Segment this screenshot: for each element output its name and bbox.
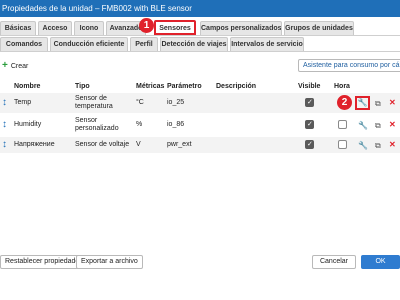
sensor-metric: % xyxy=(136,121,143,128)
table-row[interactable]: ↕ Temp Sensor de temperatura °C io_25 2 … xyxy=(0,93,400,113)
sensor-name: Temp xyxy=(14,99,32,106)
close-icon[interactable]: ✕ xyxy=(389,120,396,129)
export-to-file-button[interactable]: Exportar a archivo xyxy=(76,255,143,269)
tab-divider xyxy=(0,35,400,36)
header-visible: Visible xyxy=(298,83,321,90)
sensor-type: Sensor de temperatura xyxy=(75,95,113,110)
visible-checkbox[interactable] xyxy=(305,98,314,107)
tab-divider-2 xyxy=(0,51,400,52)
sensor-metric: V xyxy=(136,141,141,148)
sensor-type: Sensor de voltaje xyxy=(75,141,130,148)
callout-badge-1: 1 xyxy=(139,18,154,33)
hour-checkbox[interactable] xyxy=(338,140,347,149)
copy-icon[interactable]: ⧉ xyxy=(375,121,381,131)
wrench-icon[interactable]: 🔧 xyxy=(355,96,370,110)
tab-conduccion-eficiente[interactable]: Conducción eficiente xyxy=(50,37,128,51)
copy-icon[interactable]: ⧉ xyxy=(375,99,381,109)
callout-badge-2: 2 xyxy=(337,95,352,110)
plus-icon: + xyxy=(2,60,8,71)
hour-checkbox[interactable] xyxy=(338,120,347,129)
sensor-parameter: pwr_ext xyxy=(167,141,192,148)
sensor-name: Напряжение xyxy=(14,141,55,148)
tab-perfil[interactable]: Perfil xyxy=(130,37,158,51)
header-type: Tipo xyxy=(75,83,90,90)
sensor-name: Humidity xyxy=(14,121,42,128)
tab-campos-personalizados[interactable]: Campos personalizados xyxy=(200,21,282,35)
sort-arrows-icon[interactable]: ↕ xyxy=(2,119,7,130)
visible-checkbox[interactable] xyxy=(305,120,314,129)
sensor-type: Sensor personalizado xyxy=(75,117,119,132)
ok-button[interactable]: OK xyxy=(361,255,400,269)
tab-comandos[interactable]: Comandos xyxy=(0,37,48,51)
wrench-icon[interactable]: 🔧 xyxy=(358,121,368,130)
tab-icono[interactable]: Icono xyxy=(74,21,104,35)
tab-intervalos-de-servicio[interactable]: Intervalos de servicio xyxy=(230,37,304,51)
close-icon[interactable]: ✕ xyxy=(389,140,396,149)
tab-sensores[interactable]: Sensores xyxy=(154,20,196,35)
sensor-metric: °C xyxy=(136,99,144,106)
consumption-wizard-button[interactable]: Asistente para consumo por cálculo xyxy=(298,59,400,72)
tab-deteccion-de-viajes[interactable]: Detección de viajes xyxy=(160,37,228,51)
create-label: Crear xyxy=(10,63,29,70)
table-row[interactable]: ↕ Humidity Sensor personalizado % io_86 … xyxy=(0,115,400,135)
header-name: Nombre xyxy=(14,83,41,90)
header-metrics: Métricas xyxy=(136,83,165,90)
window-title: Propiedades de la unidad – FMB002 with B… xyxy=(0,0,400,17)
header-description: Descripción xyxy=(216,83,257,90)
header-parameter: Parámetro xyxy=(167,83,202,90)
sort-arrows-icon[interactable]: ↕ xyxy=(2,97,7,108)
sort-arrows-icon[interactable]: ↕ xyxy=(2,139,7,150)
tab-grupos-de-unidades[interactable]: Grupos de unidades xyxy=(284,21,354,35)
tab-acceso[interactable]: Acceso xyxy=(38,21,72,35)
wrench-icon[interactable]: 🔧 xyxy=(358,141,368,150)
close-icon[interactable]: ✕ xyxy=(389,98,396,107)
sensor-parameter: io_25 xyxy=(167,99,185,106)
table-row[interactable]: ↕ Напряжение Sensor de voltaje V pwr_ext… xyxy=(0,137,400,153)
cancel-button[interactable]: Cancelar xyxy=(312,255,356,269)
header-hour: Hora xyxy=(334,83,350,90)
sensor-parameter: io_86 xyxy=(167,121,185,128)
tab-basicas[interactable]: Básicas xyxy=(0,21,36,35)
create-button[interactable]: + Crear xyxy=(2,60,28,72)
visible-checkbox[interactable] xyxy=(305,140,314,149)
copy-icon[interactable]: ⧉ xyxy=(375,141,381,151)
reset-properties-button[interactable]: Restablecer propiedades xyxy=(0,255,88,269)
